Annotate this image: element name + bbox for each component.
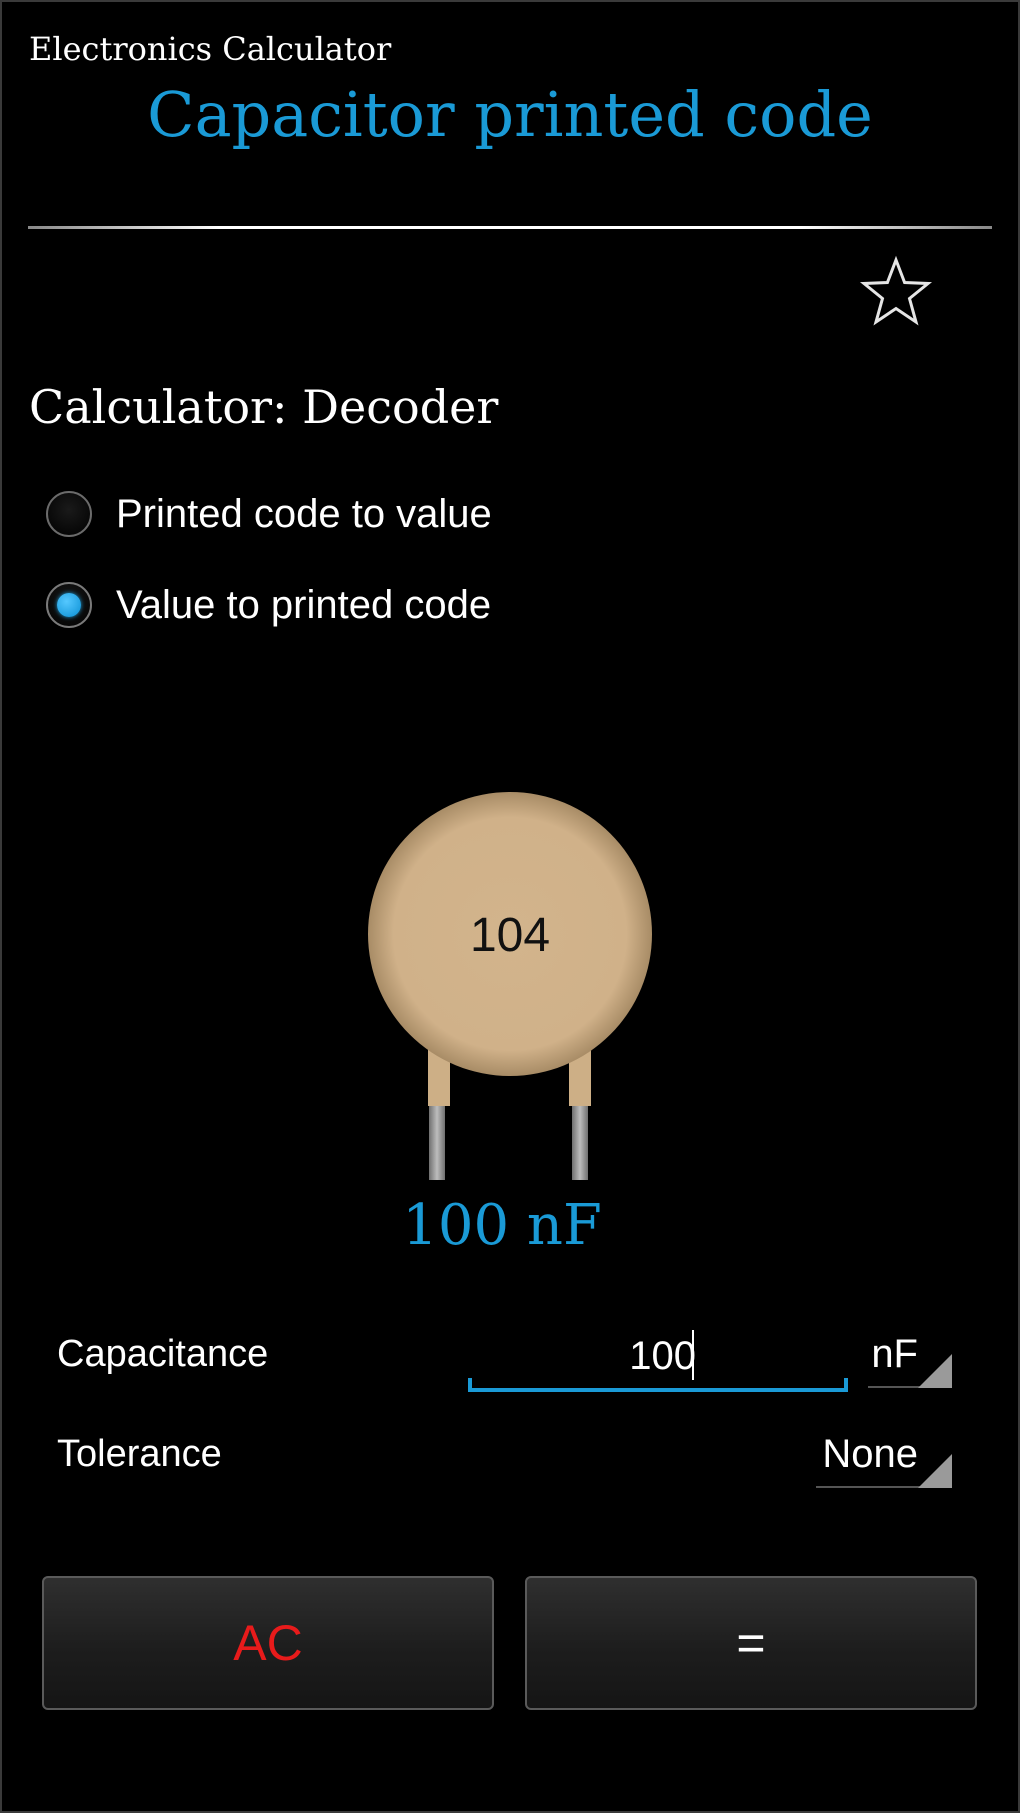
capacitance-label: Capacitance bbox=[57, 1333, 269, 1375]
input-underline-tick-left bbox=[468, 1378, 472, 1392]
capacitor-value: 100 nF bbox=[402, 1193, 602, 1258]
input-underline bbox=[468, 1388, 848, 1392]
page-title: Capacitor printed code bbox=[147, 78, 873, 151]
calculator-mode-label: Calculator: Decoder bbox=[29, 380, 499, 434]
app-name: Electronics Calculator bbox=[29, 30, 392, 68]
favorite-star-icon[interactable] bbox=[858, 254, 934, 330]
tolerance-selected-value: None bbox=[822, 1432, 918, 1476]
radio-checked-icon[interactable] bbox=[46, 582, 92, 628]
radio-printed-code-to-value[interactable]: Printed code to value bbox=[46, 484, 492, 544]
equals-button[interactable]: = bbox=[525, 1576, 977, 1710]
radio-selected-dot bbox=[57, 593, 81, 617]
dropdown-corner-icon bbox=[918, 1354, 952, 1388]
text-cursor bbox=[692, 1330, 694, 1380]
clear-button[interactable]: AC bbox=[42, 1576, 494, 1710]
input-underline-tick-right bbox=[844, 1378, 848, 1392]
capacitance-value[interactable]: 100 bbox=[468, 1334, 696, 1379]
capacitor-illustration: 104 bbox=[366, 790, 654, 1190]
radio-label: Value to printed code bbox=[116, 582, 492, 627]
dropdown-corner-icon bbox=[918, 1454, 952, 1488]
title-divider bbox=[28, 226, 992, 229]
capacitance-input[interactable]: 100 bbox=[468, 1318, 848, 1392]
radio-label: Printed code to value bbox=[116, 491, 492, 536]
tolerance-label: Tolerance bbox=[57, 1433, 222, 1475]
unit-selected-value: nF bbox=[871, 1332, 918, 1376]
capacitance-unit-dropdown[interactable]: nF bbox=[868, 1332, 952, 1388]
capacitor-printed-code: 104 bbox=[469, 909, 551, 962]
tolerance-dropdown[interactable]: None bbox=[816, 1432, 952, 1488]
radio-value-to-printed-code[interactable]: Value to printed code bbox=[46, 575, 491, 635]
radio-unchecked-icon[interactable] bbox=[46, 491, 92, 537]
